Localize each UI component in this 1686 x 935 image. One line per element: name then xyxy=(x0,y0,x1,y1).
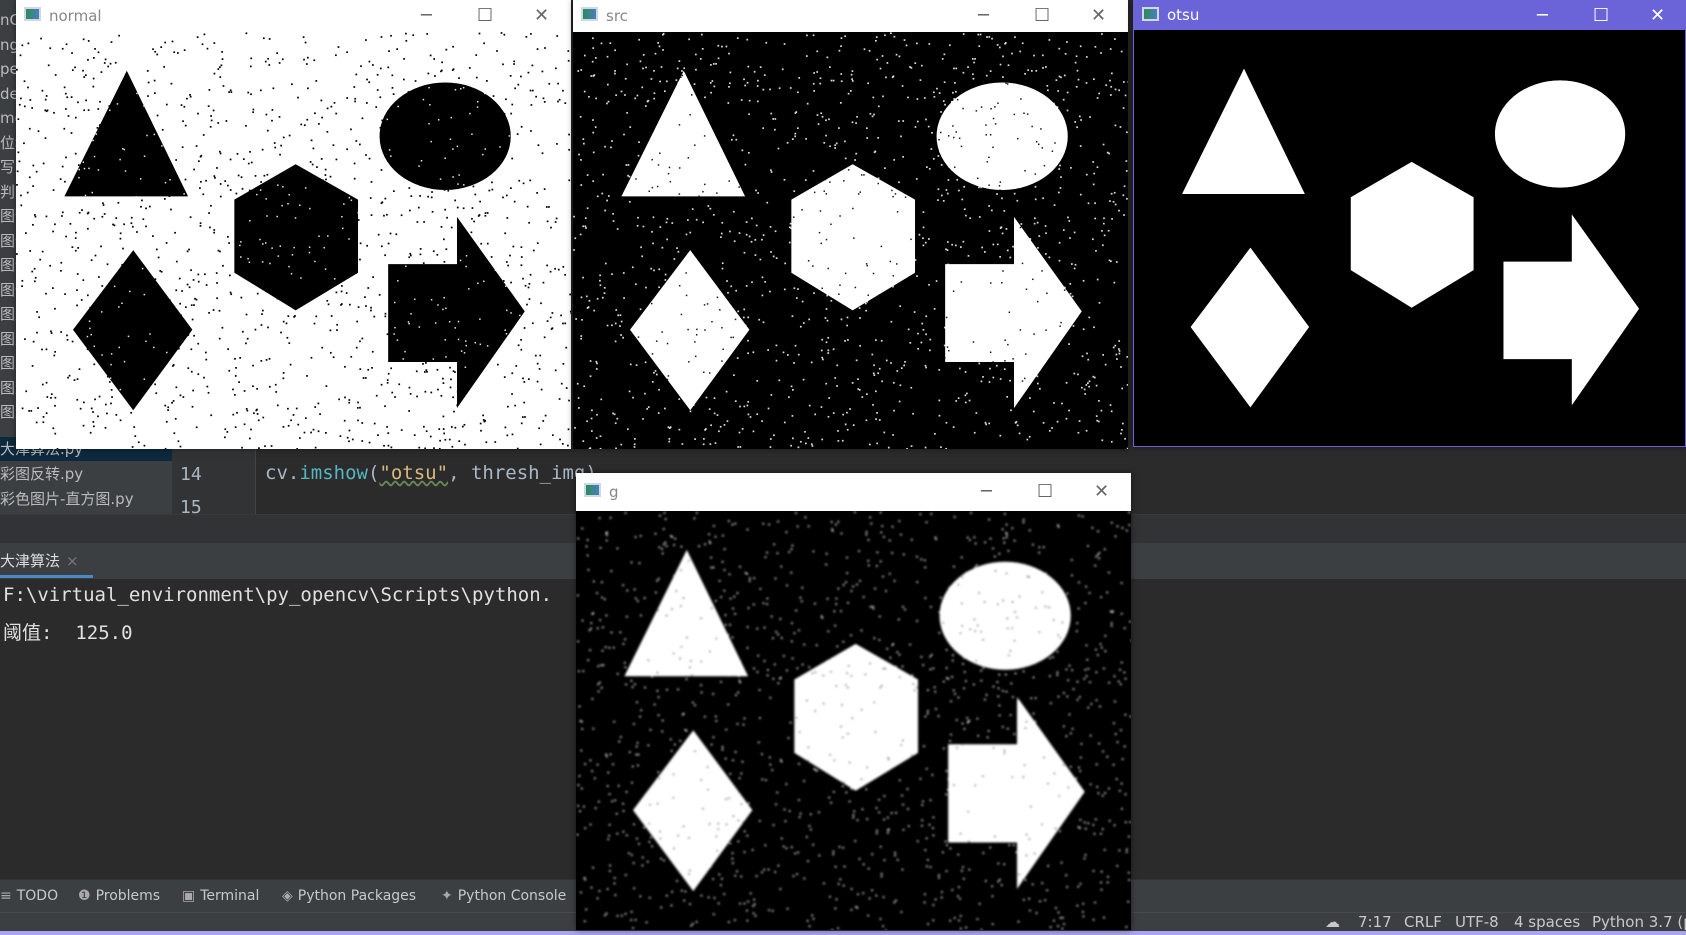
ellipse-shape xyxy=(1494,80,1626,188)
window-src[interactable]: src ─ ☐ ✕ xyxy=(573,0,1128,449)
image-canvas xyxy=(573,32,1128,449)
window-title: src xyxy=(606,7,628,25)
run-tab-label: 大津算法 xyxy=(0,552,61,570)
window-title: otsu xyxy=(1167,6,1200,24)
close-button[interactable]: ✕ xyxy=(1094,473,1109,511)
python-icon: ✦ xyxy=(441,888,453,904)
app-icon xyxy=(1142,6,1159,21)
shapes-image xyxy=(1134,30,1685,446)
minimize-button[interactable]: ─ xyxy=(978,0,989,32)
close-icon[interactable]: × xyxy=(66,552,79,570)
title-bar[interactable]: g ─ ☐ ✕ xyxy=(576,473,1131,511)
ellipse-shape xyxy=(936,82,1068,190)
code-token: , thresh_img) xyxy=(448,462,597,484)
tool-tab-python-packages[interactable]: ◈ Python Packages xyxy=(282,888,416,904)
line-separator[interactable]: CRLF xyxy=(1404,913,1442,931)
title-bar[interactable]: normal ─ ☐ ✕ xyxy=(16,0,571,32)
ellipse-shape xyxy=(939,561,1071,670)
maximize-button[interactable]: ☐ xyxy=(1034,0,1050,32)
console-line: F:\virtual_environment\py_opencv\Scripts… xyxy=(3,584,553,606)
tool-tab-python-console[interactable]: ✦ Python Console xyxy=(441,888,566,904)
maximize-button[interactable]: ☐ xyxy=(477,0,493,32)
window-title: normal xyxy=(49,7,102,25)
terminal-icon: ▣ xyxy=(182,888,196,904)
app-icon xyxy=(584,483,601,497)
app-icon xyxy=(581,7,598,21)
tool-tab-todo[interactable]: ≡ TODO xyxy=(0,888,58,904)
caret-position[interactable]: 7:17 xyxy=(1358,913,1392,931)
code-token: ( xyxy=(367,462,380,484)
tool-tab-label: TODO xyxy=(16,888,59,904)
tool-tab-label: Problems xyxy=(95,888,161,904)
problems-icon: ❶ xyxy=(78,888,91,904)
project-file-item[interactable]: 彩色图片-直方图.py xyxy=(0,487,134,511)
tool-tab-problems[interactable]: ❶ Problems xyxy=(78,888,160,904)
image-canvas xyxy=(1134,30,1685,446)
maximize-button[interactable]: ☐ xyxy=(1037,473,1053,511)
title-bar[interactable]: src ─ ☐ ✕ xyxy=(573,0,1128,32)
tool-tab-terminal[interactable]: ▣ Terminal xyxy=(182,888,259,904)
window-otsu[interactable]: otsu ─ ☐ ✕ xyxy=(1133,0,1686,447)
console-line: 阈值: 125.0 xyxy=(3,622,133,644)
indent-setting[interactable]: 4 spaces xyxy=(1514,913,1580,931)
tool-tab-label: Python Packages xyxy=(297,888,417,904)
run-tab[interactable]: 大津算法 × xyxy=(0,548,93,578)
close-button[interactable]: ✕ xyxy=(1650,1,1665,30)
interpreter[interactable]: Python 3.7 (p xyxy=(1592,913,1686,931)
project-file-item[interactable]: 彩图反转.py xyxy=(0,462,83,486)
tool-tab-label: Terminal xyxy=(200,888,260,904)
code-token-function: imshow xyxy=(299,462,368,484)
window-g[interactable]: g ─ ☐ ✕ xyxy=(576,473,1131,930)
line-number: 15 xyxy=(180,497,202,514)
ellipse-shape xyxy=(379,82,511,190)
list-icon: ≡ xyxy=(0,888,12,904)
maximize-button[interactable]: ☐ xyxy=(1593,1,1609,30)
minimize-button[interactable]: ─ xyxy=(421,0,432,32)
file-encoding[interactable]: UTF-8 xyxy=(1455,913,1499,931)
tool-tab-label: Python Console xyxy=(457,888,567,904)
shapes-image xyxy=(16,32,571,449)
window-title: g xyxy=(609,483,619,501)
close-button[interactable]: ✕ xyxy=(1091,0,1106,32)
code-token-string: "otsu" xyxy=(379,462,449,484)
minimize-button[interactable]: ─ xyxy=(1537,1,1548,30)
taskbar-edge xyxy=(0,931,1686,935)
code-line[interactable]: cv.imshow("otsu", thresh_img) xyxy=(265,462,597,484)
close-button[interactable]: ✕ xyxy=(534,0,549,32)
packages-icon: ◈ xyxy=(282,888,293,904)
shapes-image xyxy=(576,511,1131,930)
code-token: cv. xyxy=(265,462,300,484)
image-canvas xyxy=(16,32,571,449)
app-icon xyxy=(24,7,41,21)
title-bar[interactable]: otsu ─ ☐ ✕ xyxy=(1134,1,1685,30)
shapes-image xyxy=(573,32,1128,449)
minimize-button[interactable]: ─ xyxy=(981,473,992,511)
window-normal[interactable]: normal ─ ☐ ✕ xyxy=(16,0,571,449)
cloud-help-icon[interactable]: ☁ xyxy=(1325,913,1340,931)
line-number: 14 xyxy=(180,464,202,485)
image-canvas xyxy=(576,511,1131,930)
